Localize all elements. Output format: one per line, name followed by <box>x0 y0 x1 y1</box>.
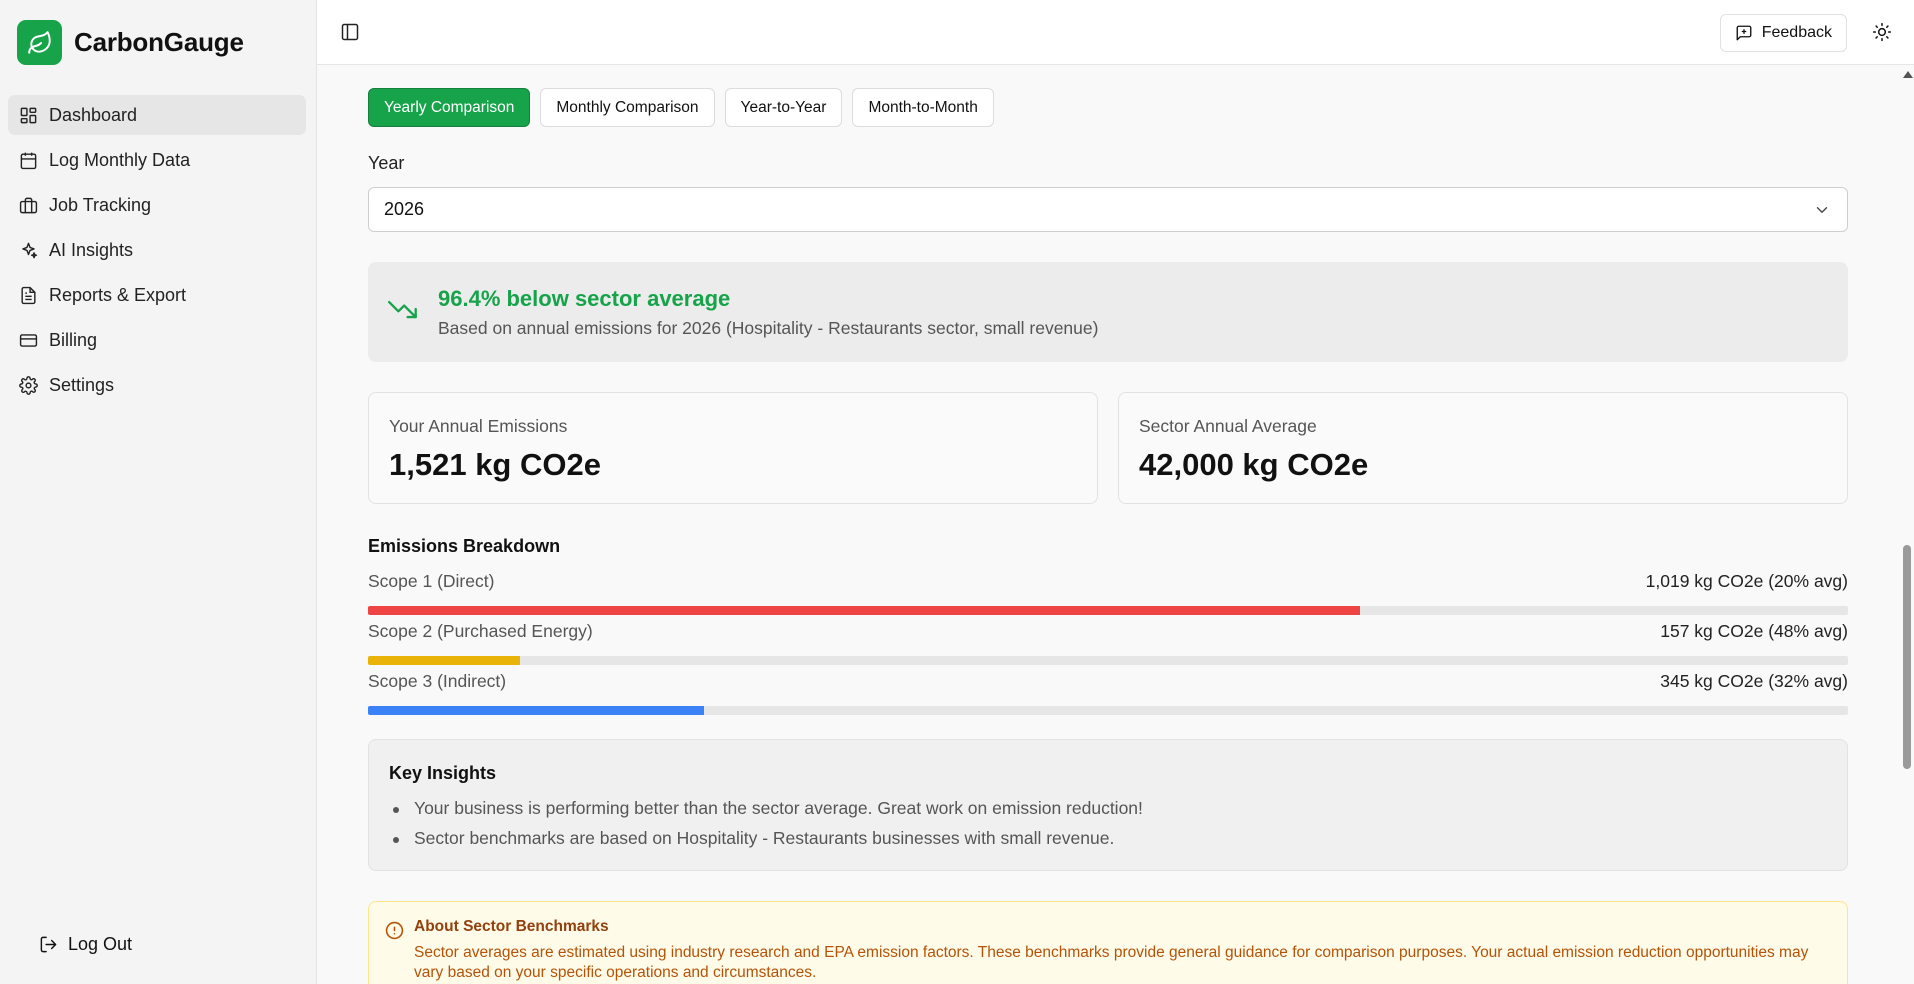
sidebar-item-label: Job Tracking <box>49 194 152 215</box>
scope-value: 1,019 kg CO2e (20% avg) <box>1645 571 1848 591</box>
scrollbar-thumb[interactable] <box>1903 545 1911 769</box>
sidebar-item-ai-insights[interactable]: AI Insights <box>8 230 306 270</box>
scope-name: Scope 3 (Indirect) <box>368 671 507 691</box>
file-text-icon <box>18 285 38 305</box>
card-label: Your Annual Emissions <box>389 416 568 436</box>
briefcase-icon <box>18 195 38 215</box>
leaf-icon <box>17 20 62 65</box>
dashboard-icon <box>18 105 38 125</box>
brand[interactable]: CarbonGauge <box>17 20 244 65</box>
sidebar-item-label: Dashboard <box>49 104 138 125</box>
sidebar-item-label: Reports & Export <box>49 284 187 305</box>
insight-item: Sector benchmarks are based on Hospitali… <box>392 828 1115 848</box>
year-label: Year <box>368 153 405 173</box>
scope-value: 345 kg CO2e (32% avg) <box>1660 671 1848 691</box>
banner-title: 96.4% below sector average <box>438 286 731 311</box>
sidebar-item-label: Billing <box>49 329 98 350</box>
feedback-button[interactable]: Feedback <box>1719 14 1847 52</box>
gear-icon <box>18 375 38 395</box>
app-name: CarbonGauge <box>74 27 244 57</box>
comparison-tabs: Yearly Comparison Monthly Comparison Yea… <box>368 88 994 127</box>
tab-yearly-comparison[interactable]: Yearly Comparison <box>368 88 531 127</box>
scope-row: Scope 3 (Indirect) 345 kg CO2e (32% avg) <box>368 671 1848 721</box>
sidebar-item-label: Log Monthly Data <box>49 149 191 170</box>
sidebar-toggle-icon[interactable] <box>340 22 360 42</box>
scope-row: Scope 2 (Purchased Energy) 157 kg CO2e (… <box>368 621 1848 671</box>
trending-down-icon <box>388 298 418 325</box>
notice-text: Sector averages are estimated using indu… <box>414 944 1809 981</box>
scope-value: 157 kg CO2e (48% avg) <box>1660 621 1848 641</box>
breakdown-title: Emissions Breakdown <box>368 536 561 556</box>
scope-row: Scope 1 (Direct) 1,019 kg CO2e (20% avg) <box>368 571 1848 621</box>
card-value: 42,000 kg CO2e <box>1139 447 1369 482</box>
page-scrollbar[interactable] <box>1900 65 1914 984</box>
alert-circle-icon <box>385 921 404 945</box>
your-emissions-card: Your Annual Emissions 1,521 kg CO2e <box>368 392 1098 504</box>
message-square-icon <box>1735 24 1753 42</box>
scope-bar-fill <box>368 706 704 715</box>
calendar-icon <box>18 150 38 170</box>
sidebar-item-settings[interactable]: Settings <box>8 365 306 405</box>
sidebar-item-reports-export[interactable]: Reports & Export <box>8 275 306 315</box>
sidebar: CarbonGauge Dashboard Log Monthly Data J… <box>0 0 317 984</box>
scroll-up-arrow-icon[interactable] <box>1903 71 1913 78</box>
insights-title: Key Insights <box>389 763 497 783</box>
logout-button[interactable]: Log Out <box>38 934 132 955</box>
insight-item: Your business is performing better than … <box>393 798 1143 818</box>
comparison-banner: 96.4% below sector average Based on annu… <box>368 262 1848 362</box>
card-label: Sector Annual Average <box>1139 416 1317 436</box>
scope-bar-track <box>368 706 1848 715</box>
scope-name: Scope 1 (Direct) <box>368 571 495 591</box>
sidebar-item-dashboard[interactable]: Dashboard <box>8 95 306 135</box>
sidebar-item-label: Settings <box>49 374 115 395</box>
chevron-down-icon <box>1813 201 1831 224</box>
year-select[interactable]: 2026 <box>368 187 1848 232</box>
sparkles-icon <box>18 240 38 260</box>
scope-bar-track <box>368 656 1848 665</box>
year-select-value: 2026 <box>384 199 425 219</box>
sun-icon[interactable] <box>1872 22 1892 42</box>
log-out-icon <box>38 935 58 955</box>
scope-bar-track <box>368 606 1848 615</box>
sidebar-item-label: AI Insights <box>49 239 134 260</box>
scope-name: Scope 2 (Purchased Energy) <box>368 621 593 641</box>
scope-bar-fill <box>368 656 521 665</box>
key-insights-panel: Key Insights Your business is performing… <box>368 739 1848 871</box>
sector-benchmarks-notice: About Sector Benchmarks Sector averages … <box>368 901 1848 984</box>
tab-year-to-year[interactable]: Year-to-Year <box>724 88 843 127</box>
sidebar-item-log-monthly-data[interactable]: Log Monthly Data <box>8 140 306 180</box>
notice-title: About Sector Benchmarks <box>414 918 609 935</box>
scope-bar-fill <box>368 606 1360 615</box>
sidebar-item-job-tracking[interactable]: Job Tracking <box>8 185 306 225</box>
credit-card-icon <box>18 330 38 350</box>
tab-month-to-month[interactable]: Month-to-Month <box>852 88 994 127</box>
top-header: Feedback <box>317 0 1914 65</box>
banner-subtitle: Based on annual emissions for 2026 (Hosp… <box>438 318 1099 338</box>
sidebar-item-billing[interactable]: Billing <box>8 320 306 360</box>
feedback-label: Feedback <box>1761 24 1832 41</box>
tab-monthly-comparison[interactable]: Monthly Comparison <box>540 88 715 127</box>
logout-label: Log Out <box>68 934 133 954</box>
sidebar-nav: Dashboard Log Monthly Data Job Tracking … <box>8 95 306 410</box>
sector-average-card: Sector Annual Average 42,000 kg CO2e <box>1118 392 1848 504</box>
card-value: 1,521 kg CO2e <box>389 447 601 482</box>
